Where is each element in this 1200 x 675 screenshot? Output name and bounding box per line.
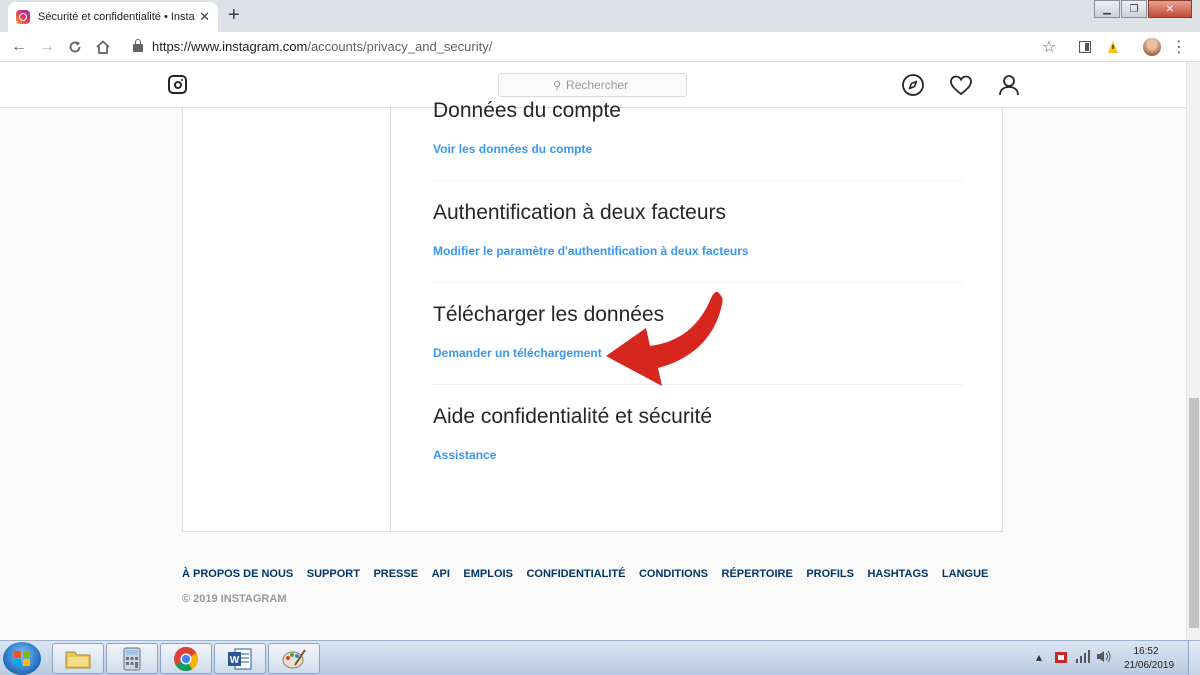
reload-icon[interactable] <box>64 36 86 58</box>
instagram-logo-icon[interactable] <box>168 75 187 94</box>
minimize-button[interactable]: ▁ <box>1094 0 1120 18</box>
footer-link[interactable]: PRESSE <box>373 568 418 580</box>
settings-panel: Données du compte Voir les données du co… <box>182 99 1003 532</box>
file-explorer-icon[interactable] <box>52 643 104 674</box>
footer-link[interactable]: À PROPOS DE NOUS <box>182 568 293 580</box>
footer-link[interactable]: RÉPERTOIRE <box>722 568 793 580</box>
footer-link[interactable]: CONDITIONS <box>639 568 708 580</box>
tray-app-icon[interactable] <box>1054 650 1068 667</box>
settings-sidebar <box>183 108 391 532</box>
address-bar[interactable]: https://www.instagram.com/accounts/priva… <box>152 39 492 54</box>
calculator-icon[interactable] <box>106 643 158 674</box>
tab-title: Sécurité et confidentialité • Insta <box>38 11 195 23</box>
taskbar-clock[interactable]: 16:52 21/06/2019 <box>1124 645 1175 673</box>
word-icon[interactable]: W <box>214 643 266 674</box>
home-icon[interactable] <box>92 36 114 58</box>
browser-menu-icon[interactable]: ⋮ <box>1168 36 1190 58</box>
url-path: /accounts/privacy_and_security/ <box>307 39 493 54</box>
profile-user-icon[interactable] <box>997 73 1021 97</box>
search-box[interactable]: ⚲ <box>498 73 687 97</box>
footer-link[interactable]: LANGUE <box>942 568 988 580</box>
network-signal-icon[interactable] <box>1075 650 1091 666</box>
chrome-icon[interactable] <box>160 643 212 674</box>
footer-link[interactable]: SUPPORT <box>307 568 360 580</box>
section-title: Aide confidentialité et sécurité <box>433 405 712 428</box>
section-two-factor-auth: Authentification à deux facteurs Modifie… <box>433 201 962 258</box>
section-title: Données du compte <box>433 99 621 122</box>
forward-icon[interactable]: → <box>36 36 58 58</box>
clock-time: 16:52 <box>1133 646 1159 657</box>
svg-text:W: W <box>230 655 240 666</box>
footer-link[interactable]: CONFIDENTIALITÉ <box>526 568 625 580</box>
paint-icon[interactable] <box>268 643 320 674</box>
section-title: Authentification à deux facteurs <box>433 201 727 224</box>
footer-nav: À PROPOS DE NOUS SUPPORT PRESSE API EMPLOIS C… <box>182 568 1002 580</box>
section-account-data: Données du compte Voir les données du co… <box>433 99 962 156</box>
divider <box>433 180 962 181</box>
back-icon[interactable]: ← <box>8 36 30 58</box>
footer-link[interactable]: HASHTAGS <box>867 568 928 580</box>
windows-taskbar: W ▴ 16:52 21/06/2019 <box>0 640 1200 675</box>
window-controls: ▁ ❐ ✕ <box>1093 0 1192 18</box>
bookmark-star-icon[interactable]: ☆ <box>1038 36 1060 58</box>
assistance-link[interactable]: Assistance <box>433 448 962 462</box>
search-input[interactable] <box>566 78 633 92</box>
view-account-data-link[interactable]: Voir les données du compte <box>433 142 962 156</box>
start-button[interactable] <box>3 642 41 675</box>
show-hidden-icons[interactable]: ▴ <box>1036 650 1042 664</box>
clock-date: 21/06/2019 <box>1124 660 1175 671</box>
profile-avatar[interactable] <box>1141 36 1163 58</box>
extension-icon[interactable] <box>1074 36 1096 58</box>
new-tab-button[interactable]: + <box>228 5 240 25</box>
instagram-favicon-icon <box>16 10 30 24</box>
extension-warning-icon[interactable] <box>1102 36 1124 58</box>
edit-two-factor-link[interactable]: Modifier le paramètre d'authentification… <box>433 244 962 258</box>
browser-tab[interactable]: Sécurité et confidentialité • Insta ✕ <box>8 2 218 32</box>
page-scrollbar[interactable] <box>1186 62 1200 640</box>
show-desktop-button[interactable] <box>1188 641 1200 675</box>
footer-link[interactable]: PROFILS <box>806 568 854 580</box>
footer-link[interactable]: API <box>432 568 450 580</box>
annotation-arrow-icon <box>606 291 723 386</box>
browser-tab-strip: Sécurité et confidentialité • Insta ✕ + … <box>0 0 1200 32</box>
copyright-text: © 2019 INSTAGRAM <box>182 593 287 605</box>
maximize-button[interactable]: ❐ <box>1121 0 1147 18</box>
browser-toolbar: ← → https://www.instagram.com/accounts/p… <box>0 32 1200 62</box>
lock-icon[interactable] <box>133 39 143 52</box>
volume-icon[interactable] <box>1096 650 1112 666</box>
section-privacy-help: Aide confidentialité et sécurité Assista… <box>433 405 962 462</box>
close-window-button[interactable]: ✕ <box>1148 0 1192 18</box>
explore-compass-icon[interactable] <box>901 73 925 97</box>
tab-close-icon[interactable]: ✕ <box>199 9 210 25</box>
footer-link[interactable]: EMPLOIS <box>463 568 513 580</box>
url-host: https://www.instagram.com <box>152 39 308 54</box>
divider <box>433 282 962 283</box>
activity-heart-icon[interactable] <box>949 73 973 97</box>
search-icon: ⚲ <box>552 79 562 92</box>
scrollbar-thumb[interactable] <box>1189 398 1199 628</box>
